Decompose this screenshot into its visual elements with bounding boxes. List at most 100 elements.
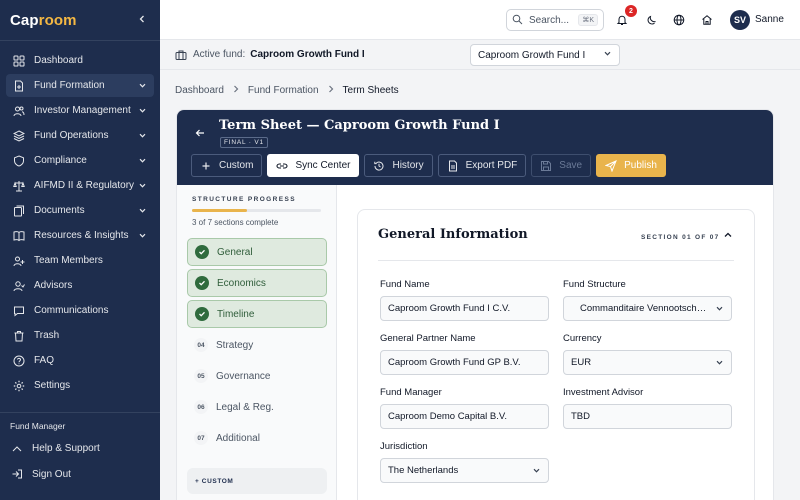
sidebar-item-label: Documents — [34, 205, 85, 216]
sidebar-item-label: Compliance — [34, 155, 87, 166]
sidebar-item-label: FAQ — [34, 355, 55, 366]
globe-icon[interactable] — [671, 12, 687, 28]
step-label: Governance — [216, 370, 271, 382]
sidebar-item-team-members[interactable]: Team Members — [6, 249, 154, 272]
sync-center-button[interactable]: Sync Center — [267, 154, 360, 177]
sidebar-item-label: Advisors — [34, 280, 73, 291]
sidebar-item-settings[interactable]: Settings — [6, 374, 154, 397]
step-additional[interactable]: 07 Additional — [187, 424, 327, 452]
save-button[interactable]: Save — [531, 154, 592, 177]
progress-bar — [192, 209, 321, 212]
help-support-link[interactable]: Help & Support — [10, 437, 154, 459]
section-counter: SECTION 01 OF 07 — [641, 234, 720, 241]
chevron-down-icon — [715, 304, 724, 313]
sidebar-item-fund-formation[interactable]: Fund Formation — [6, 74, 154, 97]
breadcrumb: Dashboard Fund Formation Term Sheets — [175, 85, 399, 96]
chevron-down-icon — [715, 358, 724, 367]
sidebar-item-trash[interactable]: Trash — [6, 324, 154, 347]
back-arrow-icon[interactable] — [194, 127, 208, 141]
step-legal-reg[interactable]: 06 Legal & Reg. — [187, 393, 327, 421]
sidebar-item-label: Trash — [34, 330, 60, 341]
sidebar-item-advisors[interactable]: Advisors — [6, 274, 154, 297]
brand-logo[interactable]: Caproom — [10, 12, 77, 29]
step-number: 05 — [194, 369, 208, 383]
fund-manager-input[interactable]: Caproom Demo Capital B.V. — [380, 404, 549, 429]
sign-out-icon — [10, 467, 24, 481]
step-governance[interactable]: 05 Governance — [187, 362, 327, 390]
breadcrumb-dashboard[interactable]: Dashboard — [175, 85, 224, 96]
layers-icon — [12, 129, 26, 143]
currency-select[interactable]: EUR — [563, 350, 732, 375]
field-label: Fund Structure — [563, 279, 626, 290]
fund-name-input[interactable]: Caproom Growth Fund I C.V. — [380, 296, 549, 321]
sidebar-item-compliance[interactable]: Compliance — [6, 149, 154, 172]
sidebar-item-aifmd-regulatory[interactable]: AIFMD II & Regulatory — [6, 174, 154, 197]
step-timeline[interactable]: Timeline — [187, 300, 327, 328]
chevron-down-icon — [138, 81, 148, 90]
currency-field: Currency EUR — [563, 333, 732, 375]
chevron-down-icon — [138, 156, 148, 165]
section-steps: General Economics Timeline 04 Strategy 0… — [187, 238, 327, 455]
sidebar-item-dashboard[interactable]: Dashboard — [6, 49, 154, 72]
chevron-down-icon — [138, 131, 148, 140]
gp-name-input[interactable]: Caproom Growth Fund GP B.V. — [380, 350, 549, 375]
field-label: Fund Manager — [380, 387, 442, 398]
investment-advisor-input[interactable]: TBD — [563, 404, 732, 429]
check-icon — [195, 245, 209, 259]
chevron-down-icon — [138, 231, 148, 240]
users-icon — [12, 104, 26, 118]
chevron-down-icon — [138, 181, 148, 190]
sidebar-item-investor-management[interactable]: Investor Management — [6, 99, 154, 122]
step-label: General — [217, 246, 253, 258]
username[interactable]: Sanne — [755, 14, 784, 25]
sidebar-item-label: Settings — [34, 380, 71, 391]
chevron-up-icon[interactable] — [723, 230, 735, 242]
chevron-right-icon — [232, 85, 240, 96]
avatar[interactable]: SV — [730, 10, 750, 30]
file-plus-icon — [12, 79, 26, 93]
link-icon — [276, 160, 289, 172]
brand-header: Caproom — [0, 0, 160, 40]
file-icon — [447, 160, 459, 172]
sidebar: Caproom Dashboard Fund Formation Investo… — [0, 0, 160, 500]
sidebar-item-fund-operations[interactable]: Fund Operations — [6, 124, 154, 147]
history-button[interactable]: History — [364, 154, 433, 177]
fund-select[interactable]: Caproom Growth Fund I — [470, 44, 620, 66]
jurisdiction-select[interactable]: The Netherlands — [380, 458, 549, 483]
breadcrumb-fund-formation[interactable]: Fund Formation — [248, 85, 319, 96]
check-icon — [195, 307, 209, 321]
collapse-sidebar-icon[interactable] — [134, 13, 150, 27]
term-sheet-header: Term Sheet — Caproom Growth Fund I FINAL… — [177, 110, 773, 185]
custom-button[interactable]: Custom — [191, 154, 263, 177]
sidebar-item-label: Team Members — [34, 255, 103, 266]
step-strategy[interactable]: 04 Strategy — [187, 331, 327, 359]
step-label: Strategy — [216, 339, 254, 351]
export-pdf-button[interactable]: Export PDF — [437, 154, 527, 177]
sidebar-item-documents[interactable]: Documents — [6, 199, 154, 222]
sign-out-link[interactable]: Sign Out — [10, 463, 154, 485]
term-sheet-card: Term Sheet — Caproom Growth Fund I FINAL… — [176, 109, 774, 500]
briefcase-icon — [175, 49, 187, 61]
section-title: General Information — [378, 227, 528, 242]
home-icon[interactable] — [699, 12, 715, 28]
field-label: Fund Name — [380, 279, 430, 290]
advisor-icon — [12, 279, 26, 293]
sidebar-item-faq[interactable]: FAQ — [6, 349, 154, 372]
fund-structure-select[interactable]: Commanditaire Vennootschap... — [563, 296, 732, 321]
sidebar-item-communications[interactable]: Communications — [6, 299, 154, 322]
search-placeholder: Search... — [529, 14, 570, 26]
search-input[interactable]: Search... ⌘K — [506, 9, 604, 31]
check-icon — [195, 276, 209, 290]
fund-structure-field: Fund Structure Commanditaire Vennootscha… — [563, 279, 732, 321]
chevron-down-icon — [138, 106, 148, 115]
help-support-label: Help & Support — [32, 442, 100, 454]
step-economics[interactable]: Economics — [187, 269, 327, 297]
field-label: Currency — [563, 333, 602, 344]
gear-icon — [12, 379, 26, 393]
sidebar-item-resources[interactable]: Resources & Insights — [6, 224, 154, 247]
history-icon — [373, 160, 385, 172]
add-custom-section-button[interactable]: + CUSTOM — [187, 468, 327, 494]
step-general[interactable]: General — [187, 238, 327, 266]
publish-button[interactable]: Publish — [596, 154, 666, 177]
moon-icon[interactable] — [644, 12, 660, 28]
